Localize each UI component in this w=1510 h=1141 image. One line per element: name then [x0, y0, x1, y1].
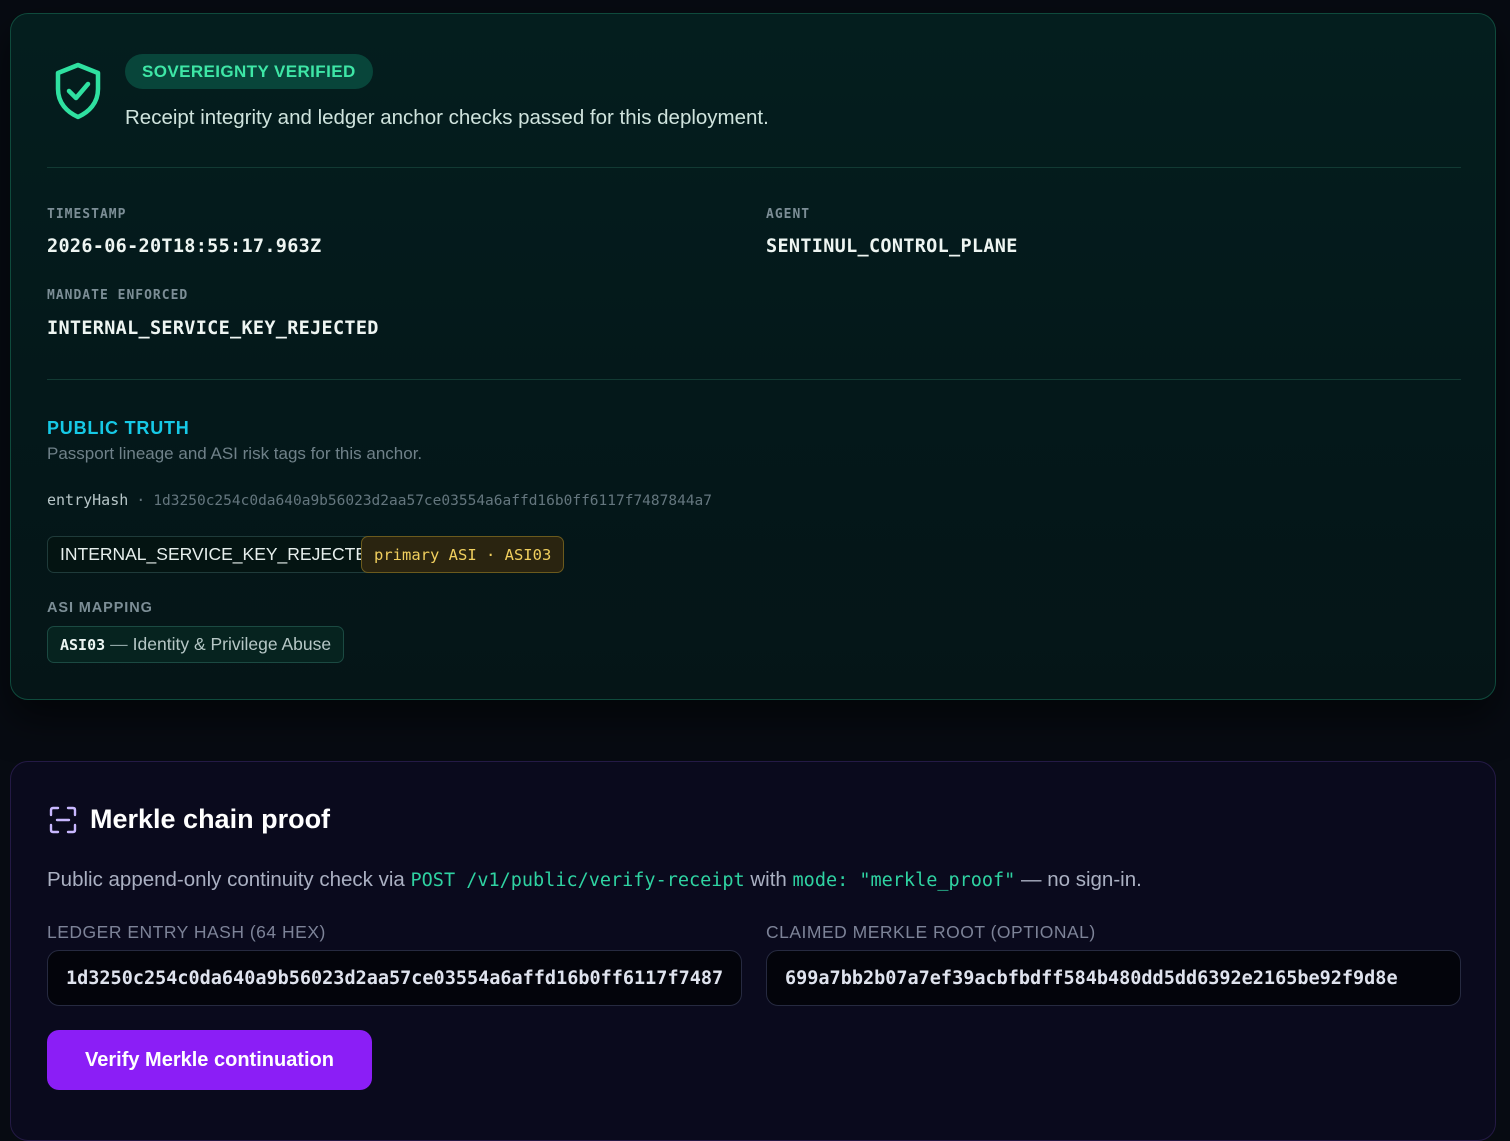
- merkle-description: Public append-only continuity check via …: [47, 868, 1142, 892]
- claimed-merkle-root-input[interactable]: [767, 951, 1460, 1005]
- mandate-value: INTERNAL_SERVICE_KEY_REJECTED: [47, 318, 379, 339]
- entry-hash-key: entryHash: [47, 491, 129, 509]
- claimed-merkle-root-field[interactable]: [766, 950, 1461, 1006]
- primary-asi-chip: primary ASI · ASI03: [361, 536, 565, 573]
- asi-mapping-separator: —: [110, 634, 128, 654]
- ledger-entry-hash-field[interactable]: [47, 950, 742, 1006]
- public-truth-subtitle: Passport lineage and ASI risk tags for t…: [47, 444, 423, 463]
- verify-merkle-button[interactable]: Verify Merkle continuation: [47, 1030, 372, 1090]
- scan-frame-icon: [49, 806, 77, 834]
- timestamp-value: 2026-06-20T18:55:17.963Z: [47, 236, 322, 257]
- verified-description: Receipt integrity and ledger anchor chec…: [125, 106, 769, 129]
- divider: [47, 379, 1461, 380]
- agent-label: AGENT: [766, 207, 811, 222]
- sovereignty-verified-card: SOVEREIGNTY VERIFIED Receipt integrity a…: [10, 13, 1496, 700]
- asi-mapping-chip: ASI03— Identity & Privilege Abuse: [47, 626, 345, 663]
- shield-check-icon: [55, 62, 101, 120]
- entry-hash-row: entryHash · 1d3250c254c0da640a9b56023d2aa5…: [47, 491, 712, 509]
- asi-mapping-code: ASI03: [60, 635, 106, 654]
- mandate-label: MANDATE ENFORCED: [47, 288, 189, 303]
- merkle-title: Merkle chain proof: [90, 804, 331, 834]
- endpoint-code: POST /v1/public/verify-receipt: [410, 870, 745, 891]
- agent-value: SENTINUL_CONTROL_PLANE: [766, 236, 1018, 257]
- timestamp-label: TIMESTAMP: [47, 207, 127, 222]
- divider: [47, 167, 1461, 168]
- desc-suffix: — no sign-in.: [1021, 868, 1142, 891]
- mode-code: mode: "merkle_proof": [792, 870, 1016, 891]
- ledger-entry-hash-input[interactable]: [48, 951, 741, 1005]
- public-truth-title: PUBLIC TRUTH: [47, 418, 190, 438]
- entry-hash-value: 1d3250c254c0da640a9b56023d2aa57ce03554a6…: [153, 493, 713, 509]
- status-badge: SOVEREIGNTY VERIFIED: [125, 54, 373, 89]
- asi-mapping-label: ASI MAPPING: [47, 600, 153, 616]
- merkle-proof-card: Merkle chain proof Public append-only co…: [10, 761, 1496, 1141]
- asi-mapping-description: Identity & Privilege Abuse: [132, 634, 332, 654]
- claimed-merkle-root-label: CLAIMED MERKLE ROOT (OPTIONAL): [766, 922, 1096, 942]
- ledger-entry-hash-label: LEDGER ENTRY HASH (64 HEX): [47, 922, 326, 942]
- desc-prefix: Public append-only continuity check via: [47, 868, 405, 891]
- mandate-chip: INTERNAL_SERVICE_KEY_REJECTED: [47, 536, 393, 573]
- entry-hash-separator: ·: [136, 491, 146, 509]
- desc-with: with: [750, 868, 787, 891]
